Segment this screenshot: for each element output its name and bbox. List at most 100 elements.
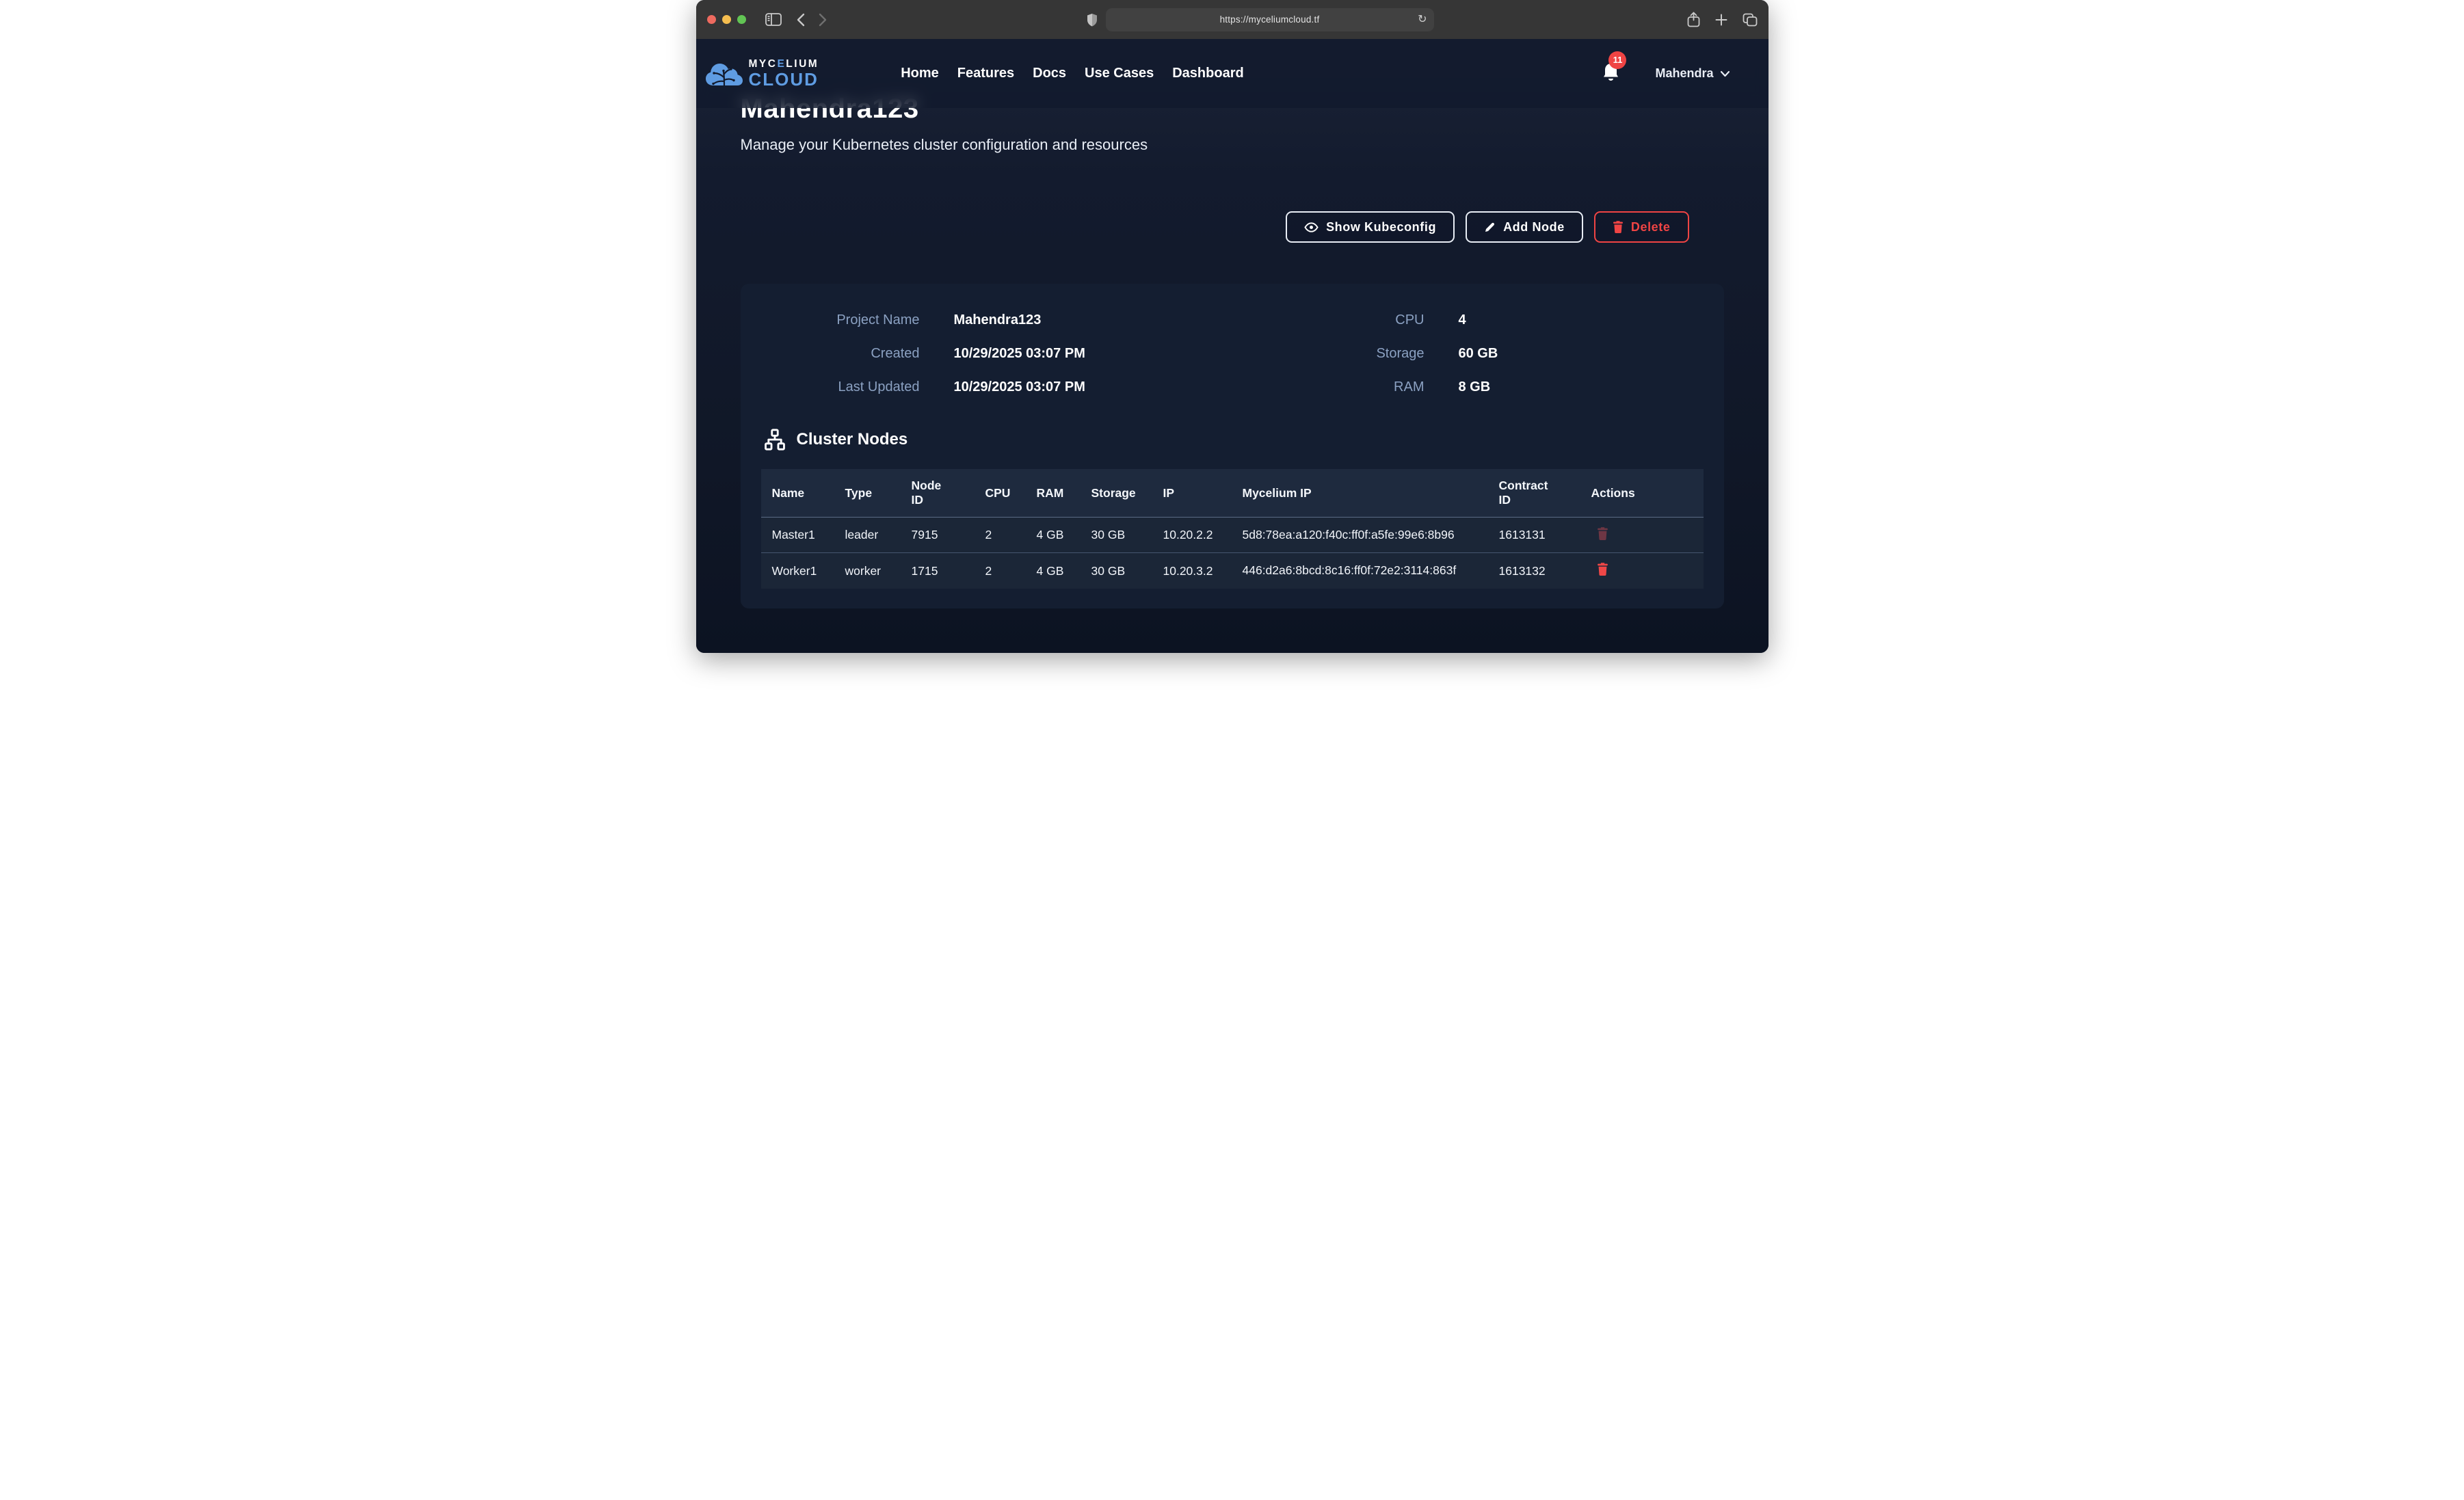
trash-icon bbox=[1613, 221, 1624, 233]
table-row: Worker1 worker 1715 2 4 GB 30 GB 10.20.3… bbox=[761, 553, 1704, 589]
close-window-button[interactable] bbox=[707, 15, 716, 24]
traffic-lights bbox=[707, 15, 746, 24]
nav-item-use-cases[interactable]: Use Cases bbox=[1085, 66, 1154, 81]
cloud-tree-icon bbox=[705, 59, 743, 88]
show-kubeconfig-label: Show Kubeconfig bbox=[1326, 220, 1436, 235]
url-zone: https://myceliumcloud.tf ↻ bbox=[840, 8, 1680, 31]
node-storage: 30 GB bbox=[1081, 518, 1152, 553]
pencil-icon bbox=[1484, 222, 1496, 233]
node-type: leader bbox=[834, 518, 901, 553]
node-mycelium-ip: 446:d2a6:8bcd:8c16:ff0f:72e2:3114:863f bbox=[1232, 553, 1488, 589]
logo-line-cloud: CLOUD bbox=[749, 70, 819, 88]
storage-value: 60 GB bbox=[1459, 346, 1724, 362]
nav-item-dashboard[interactable]: Dashboard bbox=[1172, 66, 1243, 81]
node-type: worker bbox=[834, 553, 901, 589]
sidebar-toggle-icon[interactable] bbox=[765, 13, 782, 26]
notification-count-badge: 11 bbox=[1608, 51, 1626, 69]
project-info-grid: Project Name Mahendra123 CPU 4 Created 1… bbox=[741, 312, 1724, 395]
tab-overview-icon[interactable] bbox=[1743, 13, 1758, 27]
chevron-down-icon bbox=[1720, 70, 1730, 77]
col-contract-id: Contract ID bbox=[1488, 469, 1580, 518]
add-node-button[interactable]: Add Node bbox=[1466, 211, 1583, 243]
mycelium-cloud-logo[interactable]: MYCELIUM CLOUD bbox=[705, 59, 819, 89]
nav-item-features[interactable]: Features bbox=[957, 66, 1014, 81]
privacy-shield-icon bbox=[1087, 13, 1098, 27]
col-ram: RAM bbox=[1026, 469, 1081, 518]
delete-node-button[interactable] bbox=[1597, 527, 1608, 540]
project-name-value: Mahendra123 bbox=[954, 312, 1241, 328]
cluster-actions-row: Show Kubeconfig Add Node Delete bbox=[741, 211, 1724, 243]
eye-icon bbox=[1304, 222, 1319, 232]
node-name: Master1 bbox=[761, 518, 834, 553]
node-id: 1715 bbox=[901, 553, 975, 589]
browser-chrome: https://myceliumcloud.tf ↻ bbox=[696, 0, 1768, 39]
show-kubeconfig-button[interactable]: Show Kubeconfig bbox=[1286, 211, 1455, 243]
user-menu[interactable]: Mahendra bbox=[1655, 66, 1730, 81]
created-value: 10/29/2025 03:07 PM bbox=[954, 346, 1241, 362]
node-actions bbox=[1580, 553, 1704, 589]
node-ram: 4 GB bbox=[1026, 553, 1081, 589]
ram-value: 8 GB bbox=[1459, 379, 1724, 395]
cluster-nodes-table: Name Type Node ID CPU RAM Storage IP Myc… bbox=[761, 469, 1704, 589]
logo-text: MYCELIUM CLOUD bbox=[749, 59, 819, 89]
last-updated-value: 10/29/2025 03:07 PM bbox=[954, 379, 1241, 395]
node-ip: 10.20.3.2 bbox=[1152, 553, 1232, 589]
col-cpu: CPU bbox=[975, 469, 1026, 518]
logo-line-mycelium: MYCELIUM bbox=[749, 59, 819, 70]
node-contract-id: 1613131 bbox=[1488, 518, 1580, 553]
url-bar[interactable]: https://myceliumcloud.tf ↻ bbox=[1106, 8, 1434, 31]
notifications-bell[interactable]: 11 bbox=[1602, 62, 1622, 85]
browser-window: https://myceliumcloud.tf ↻ bbox=[696, 0, 1768, 653]
share-icon[interactable] bbox=[1687, 12, 1700, 27]
zoom-window-button[interactable] bbox=[737, 15, 746, 24]
created-label: Created bbox=[741, 346, 920, 362]
col-name: Name bbox=[761, 469, 834, 518]
cluster-nodes-title: Cluster Nodes bbox=[797, 430, 908, 449]
project-card: Project Name Mahendra123 CPU 4 Created 1… bbox=[741, 284, 1724, 608]
add-node-label: Add Node bbox=[1503, 220, 1565, 235]
trash-icon bbox=[1597, 563, 1608, 576]
node-cpu: 2 bbox=[975, 518, 1026, 553]
ram-label: RAM bbox=[1275, 379, 1425, 395]
col-storage: Storage bbox=[1081, 469, 1152, 518]
table-row: Master1 leader 7915 2 4 GB 30 GB 10.20.2… bbox=[761, 518, 1704, 553]
cluster-nodes-table-wrap: Name Type Node ID CPU RAM Storage IP Myc… bbox=[761, 469, 1704, 589]
storage-label: Storage bbox=[1275, 346, 1425, 362]
minimize-window-button[interactable] bbox=[722, 15, 731, 24]
col-ip: IP bbox=[1152, 469, 1232, 518]
user-name: Mahendra bbox=[1655, 66, 1713, 81]
node-storage: 30 GB bbox=[1081, 553, 1152, 589]
nav-links: Home Features Docs Use Cases Dashboard bbox=[901, 66, 1244, 81]
delete-node-button[interactable] bbox=[1597, 563, 1608, 576]
reload-icon[interactable]: ↻ bbox=[1418, 14, 1427, 25]
url-text: https://myceliumcloud.tf bbox=[1220, 14, 1320, 25]
forward-button-icon[interactable] bbox=[819, 13, 827, 27]
page-subtitle: Manage your Kubernetes cluster configura… bbox=[741, 136, 1724, 154]
top-navigation: MYCELIUM CLOUD Home Features Docs Use Ca… bbox=[696, 39, 1768, 108]
col-type: Type bbox=[834, 469, 901, 518]
col-actions: Actions bbox=[1580, 469, 1704, 518]
node-ram: 4 GB bbox=[1026, 518, 1081, 553]
nav-item-home[interactable]: Home bbox=[901, 66, 939, 81]
back-button-icon[interactable] bbox=[797, 13, 805, 27]
network-icon bbox=[763, 428, 786, 451]
delete-cluster-button[interactable]: Delete bbox=[1594, 211, 1689, 243]
table-header-row: Name Type Node ID CPU RAM Storage IP Myc… bbox=[761, 469, 1704, 518]
node-name: Worker1 bbox=[761, 553, 834, 589]
cpu-value: 4 bbox=[1459, 312, 1724, 328]
new-tab-icon[interactable] bbox=[1715, 14, 1727, 26]
last-updated-label: Last Updated bbox=[741, 379, 920, 395]
node-ip: 10.20.2.2 bbox=[1152, 518, 1232, 553]
node-contract-id: 1613132 bbox=[1488, 553, 1580, 589]
project-name-label: Project Name bbox=[741, 312, 920, 328]
col-node-id: Node ID bbox=[901, 469, 975, 518]
node-mycelium-ip: 5d8:78ea:a120:f40c:ff0f:a5fe:99e6:8b96 bbox=[1232, 518, 1488, 553]
node-actions bbox=[1580, 518, 1704, 553]
node-id: 7915 bbox=[901, 518, 975, 553]
trash-icon bbox=[1597, 527, 1608, 540]
nav-item-docs[interactable]: Docs bbox=[1033, 66, 1066, 81]
page-body: Mahendra123 Manage your Kubernetes clust… bbox=[696, 39, 1768, 653]
main-content: Mahendra123 Manage your Kubernetes clust… bbox=[696, 39, 1768, 608]
delete-label: Delete bbox=[1631, 220, 1671, 235]
cpu-label: CPU bbox=[1275, 312, 1425, 328]
